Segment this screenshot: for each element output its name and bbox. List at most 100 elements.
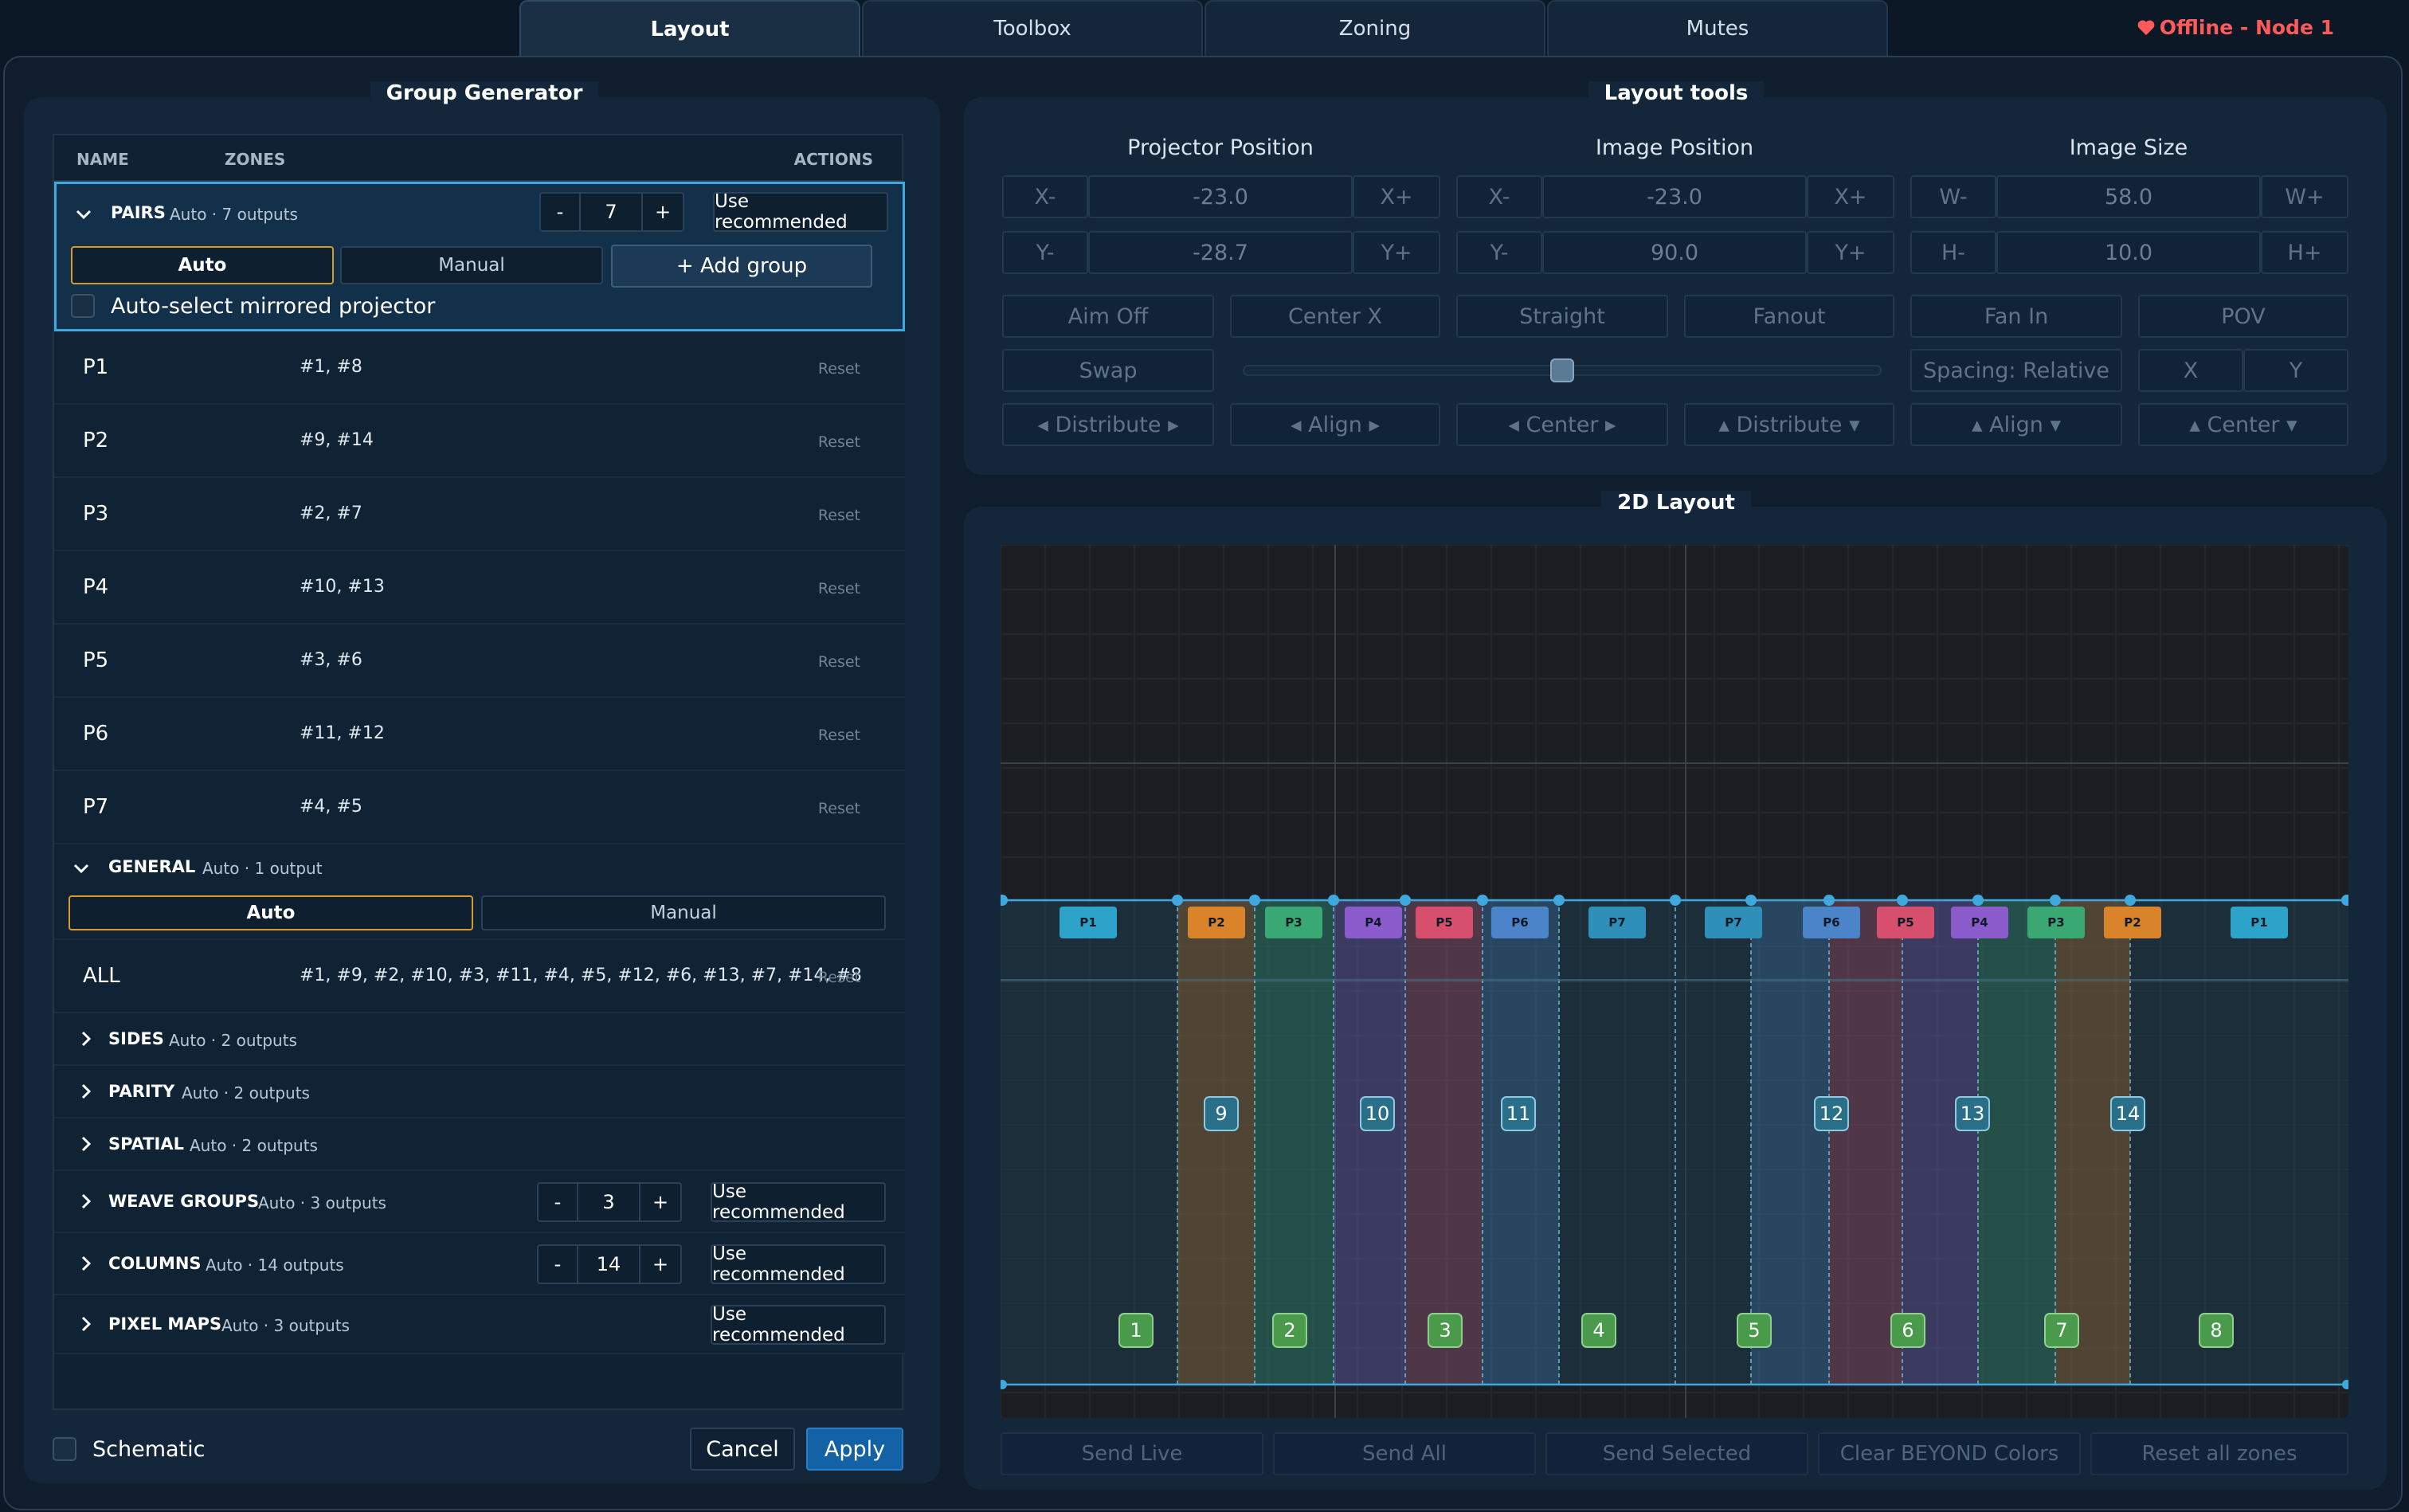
- reset-button[interactable]: Reset: [818, 360, 860, 378]
- spatial-section[interactable]: SPATIAL Auto · 2 outputs: [54, 1118, 905, 1171]
- tab-layout[interactable]: Layout: [519, 0, 860, 57]
- projector-marker[interactable]: P5: [1877, 907, 1934, 938]
- zone-badge[interactable]: 14: [2110, 1096, 2145, 1131]
- projector-marker[interactable]: P1: [2231, 907, 2288, 938]
- projector-marker[interactable]: P7: [1588, 907, 1646, 938]
- spacing-slider-thumb[interactable]: [1550, 358, 1574, 382]
- size-h-plus-button[interactable]: H+: [2261, 231, 2348, 274]
- apply-button[interactable]: Apply: [806, 1428, 903, 1471]
- fanout-button[interactable]: Fanout: [1684, 295, 1894, 338]
- zone-badge[interactable]: 3: [1428, 1313, 1463, 1348]
- parity-section[interactable]: PARITY Auto · 2 outputs: [54, 1066, 905, 1118]
- aim-off-button[interactable]: Aim Off: [1002, 295, 1214, 338]
- table-row[interactable]: P1 #1, #8 Reset: [54, 331, 905, 405]
- projector-marker[interactable]: P1: [1060, 907, 1117, 938]
- pov-button[interactable]: POV: [2138, 295, 2348, 338]
- table-row[interactable]: P3 #2, #7 Reset: [54, 478, 905, 551]
- chevron-right-icon[interactable]: [78, 1083, 94, 1099]
- center-x-button[interactable]: Center X: [1230, 295, 1440, 338]
- reset-button[interactable]: Reset: [818, 969, 860, 986]
- send-selected-button[interactable]: Send Selected: [1545, 1432, 1808, 1475]
- zone-badge[interactable]: 8: [2199, 1313, 2234, 1348]
- tab-toolbox[interactable]: Toolbox: [862, 0, 1203, 56]
- img-x-plus-button[interactable]: X+: [1807, 175, 1894, 218]
- columns-section[interactable]: COLUMNS Auto · 14 outputs - 14 + Use rec…: [54, 1233, 905, 1295]
- align-horizontal-button[interactable]: ◂ Align ▸: [1230, 403, 1440, 446]
- size-w-value[interactable]: 58.0: [1996, 175, 2261, 218]
- size-w-plus-button[interactable]: W+: [2261, 175, 2348, 218]
- use-recommended-button[interactable]: Use recommended: [713, 191, 888, 233]
- projector-marker[interactable]: P4: [1345, 907, 1402, 938]
- chevron-right-icon[interactable]: [78, 1255, 94, 1271]
- stepper-minus-button[interactable]: -: [539, 1246, 578, 1283]
- chevron-right-icon[interactable]: [78, 1193, 94, 1209]
- chevron-down-icon[interactable]: [76, 206, 92, 222]
- reset-button[interactable]: Reset: [818, 727, 860, 744]
- tab-mutes[interactable]: Mutes: [1547, 0, 1888, 56]
- size-h-minus-button[interactable]: H-: [1910, 231, 1996, 274]
- table-row[interactable]: P2 #9, #14 Reset: [54, 405, 905, 478]
- zone-badge[interactable]: 2: [1272, 1313, 1307, 1348]
- projector-marker[interactable]: P6: [1803, 907, 1860, 938]
- chevron-right-icon[interactable]: [78, 1316, 94, 1332]
- auto-select-checkbox[interactable]: [71, 294, 95, 318]
- stepper-value[interactable]: 7: [581, 194, 643, 230]
- axis-x-button[interactable]: X: [2138, 349, 2243, 392]
- center-vertical-button[interactable]: ▴ Center ▾: [2138, 403, 2348, 446]
- img-y-minus-button[interactable]: Y-: [1456, 231, 1542, 274]
- proj-x-plus-button[interactable]: X+: [1353, 175, 1440, 218]
- zone-badge[interactable]: 11: [1501, 1096, 1536, 1131]
- stepper-value[interactable]: 14: [578, 1246, 640, 1283]
- zone-badge[interactable]: 1: [1118, 1313, 1154, 1348]
- seg-manual-button[interactable]: Manual: [481, 895, 886, 930]
- spacing-mode-button[interactable]: Spacing: Relative: [1910, 349, 2122, 392]
- cancel-button[interactable]: Cancel: [690, 1428, 795, 1471]
- reset-button[interactable]: Reset: [818, 507, 860, 524]
- use-recommended-button[interactable]: Use recommended: [711, 1244, 886, 1285]
- proj-y-value[interactable]: -28.7: [1088, 231, 1353, 274]
- img-x-minus-button[interactable]: X-: [1456, 175, 1542, 218]
- zone-badge[interactable]: 6: [1890, 1313, 1925, 1348]
- seg-auto-button[interactable]: Auto: [69, 895, 473, 930]
- table-row[interactable]: P5 #3, #6 Reset: [54, 625, 905, 698]
- projector-marker[interactable]: P2: [2104, 907, 2161, 938]
- projector-marker[interactable]: P3: [2027, 907, 2085, 938]
- projector-marker[interactable]: P3: [1265, 907, 1322, 938]
- zone-badge[interactable]: 7: [2044, 1313, 2079, 1348]
- stepper-plus-button[interactable]: +: [640, 1184, 680, 1220]
- distribute-horizontal-button[interactable]: ◂ Distribute ▸: [1002, 403, 1214, 446]
- reset-button[interactable]: Reset: [818, 800, 860, 817]
- chevron-down-icon[interactable]: [73, 860, 89, 876]
- table-row[interactable]: P4 #10, #13 Reset: [54, 551, 905, 625]
- use-recommended-button[interactable]: Use recommended: [711, 1181, 886, 1223]
- swap-button[interactable]: Swap: [1002, 349, 1214, 392]
- zone-badge[interactable]: 12: [1814, 1096, 1849, 1131]
- reset-button[interactable]: Reset: [818, 580, 860, 597]
- reset-button[interactable]: Reset: [818, 653, 860, 671]
- weave-groups-section[interactable]: WEAVE GROUPS Auto · 3 outputs - 3 + Use …: [54, 1171, 905, 1233]
- axis-y-button[interactable]: Y: [2243, 349, 2348, 392]
- center-horizontal-button[interactable]: ◂ Center ▸: [1456, 403, 1668, 446]
- clear-beyond-colors-button[interactable]: Clear BEYOND Colors: [1818, 1432, 2081, 1475]
- pixel-maps-section[interactable]: PIXEL MAPS Auto · 3 outputs Use recommen…: [54, 1295, 905, 1354]
- size-h-value[interactable]: 10.0: [1996, 231, 2261, 274]
- projector-marker[interactable]: P7: [1705, 907, 1762, 938]
- distribute-vertical-button[interactable]: ▴ Distribute ▾: [1684, 403, 1894, 446]
- img-y-plus-button[interactable]: Y+: [1807, 231, 1894, 274]
- add-group-button[interactable]: + Add group: [611, 245, 872, 288]
- proj-y-plus-button[interactable]: Y+: [1353, 231, 1440, 274]
- reset-button[interactable]: Reset: [818, 433, 860, 451]
- tab-zoning[interactable]: Zoning: [1204, 0, 1545, 56]
- projector-marker[interactable]: P6: [1491, 907, 1549, 938]
- proj-y-minus-button[interactable]: Y-: [1002, 231, 1088, 274]
- fan-in-button[interactable]: Fan In: [1910, 295, 2122, 338]
- zone-badge[interactable]: 4: [1581, 1313, 1616, 1348]
- stepper-plus-button[interactable]: +: [640, 1246, 680, 1283]
- straight-button[interactable]: Straight: [1456, 295, 1668, 338]
- stepper-minus-button[interactable]: -: [541, 194, 581, 230]
- stepper-minus-button[interactable]: -: [539, 1184, 578, 1220]
- table-row[interactable]: P6 #11, #12 Reset: [54, 698, 905, 771]
- sides-section[interactable]: SIDES Auto · 2 outputs: [54, 1013, 905, 1066]
- table-row[interactable]: ALL #1, #9, #2, #10, #3, #11, #4, #5, #12…: [54, 940, 905, 1013]
- send-all-button[interactable]: Send All: [1273, 1432, 1536, 1475]
